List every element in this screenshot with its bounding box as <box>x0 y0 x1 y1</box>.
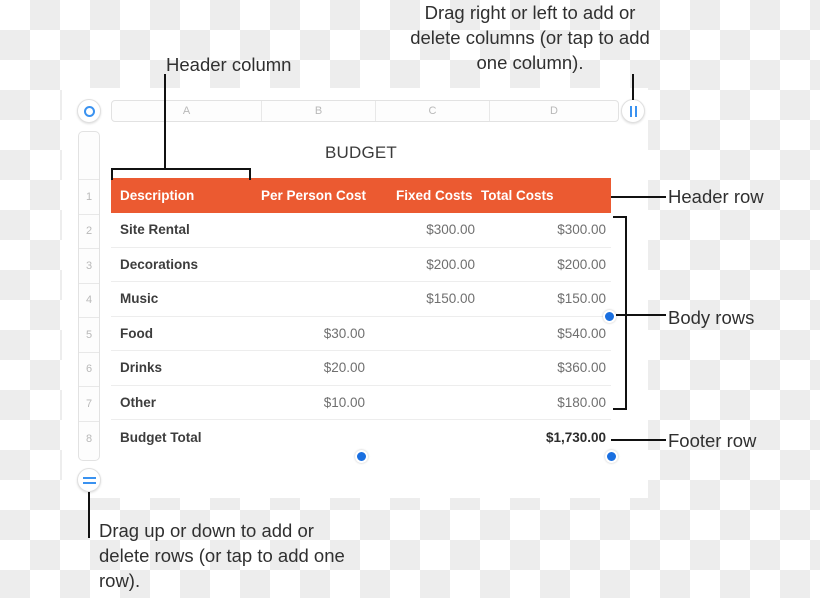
table-row[interactable]: Decorations $200.00 $200.00 <box>111 248 611 282</box>
row-gutter-spacer <box>79 132 99 180</box>
cell-fixed[interactable]: $150.00 <box>375 291 483 306</box>
callout-bracket-header-column <box>111 168 251 180</box>
cell-total[interactable]: $540.00 <box>483 326 611 341</box>
footer-cell-total[interactable]: $1,730.00 <box>483 430 611 445</box>
row-number-6[interactable]: 6 <box>79 353 99 387</box>
target-ring-icon <box>83 105 95 117</box>
column-count-handle[interactable] <box>621 99 645 123</box>
cell-description[interactable]: Drinks <box>111 360 261 375</box>
footer-cell-description[interactable]: Budget Total <box>111 430 261 445</box>
callout-line-header-column <box>164 74 166 170</box>
row-number-7[interactable]: 7 <box>79 387 99 422</box>
cell-description[interactable]: Music <box>111 291 261 306</box>
table-row[interactable]: Food $30.00 $540.00 <box>111 317 611 351</box>
cell-description[interactable]: Food <box>111 326 261 341</box>
annotation-header-column: Header column <box>166 54 292 75</box>
table-row[interactable]: Drinks $20.00 $360.00 <box>111 351 611 386</box>
cell-total[interactable]: $360.00 <box>483 360 611 375</box>
selection-dot-footer-middle[interactable] <box>355 450 368 463</box>
cell-per-person[interactable]: $20.00 <box>261 360 375 375</box>
row-number-gutter[interactable]: 1 2 3 4 5 6 7 8 <box>78 131 100 461</box>
row-count-handle[interactable] <box>77 468 101 492</box>
callout-line-header-row <box>611 196 666 198</box>
budget-table: Description Per Person Cost Fixed Costs … <box>111 178 611 455</box>
row-number-8[interactable]: 8 <box>79 422 99 457</box>
cell-description[interactable]: Other <box>111 395 261 410</box>
callout-line-body-rows <box>616 314 666 316</box>
table-row[interactable]: Other $10.00 $180.00 <box>111 386 611 420</box>
column-header-bar[interactable]: A B C D <box>111 100 619 122</box>
header-cell-per-person-cost: Per Person Cost <box>261 188 367 203</box>
table-title: BUDGET <box>324 143 398 162</box>
annotation-footer-row: Footer row <box>668 430 757 451</box>
cell-description[interactable]: Site Rental <box>111 222 261 237</box>
cell-fixed[interactable]: $200.00 <box>375 257 483 272</box>
horizontal-bars-icon <box>82 476 96 484</box>
row-number-4[interactable]: 4 <box>79 284 99 318</box>
annotation-body-rows: Body rows <box>668 307 755 328</box>
cell-total[interactable]: $150.00 <box>483 291 611 306</box>
cell-per-person[interactable]: $30.00 <box>261 326 375 341</box>
header-cell-description: Description <box>120 188 195 203</box>
cell-fixed[interactable]: $300.00 <box>375 222 483 237</box>
table-header-row[interactable]: Description Per Person Cost Fixed Costs … <box>111 178 611 213</box>
callout-line-footer-row <box>611 439 666 441</box>
header-cell-fixed-costs: Fixed Costs <box>396 188 473 203</box>
cell-total[interactable]: $200.00 <box>483 257 611 272</box>
cell-per-person[interactable]: $10.00 <box>261 395 375 410</box>
table-row[interactable]: Music $150.00 $150.00 <box>111 282 611 317</box>
cell-total[interactable]: $180.00 <box>483 395 611 410</box>
cell-total[interactable]: $300.00 <box>483 222 611 237</box>
vertical-bars-icon <box>629 105 637 117</box>
annotation-rows-hint: Drag up or down to add or delete rows (o… <box>99 520 345 591</box>
callout-bracket-body-rows <box>613 216 627 410</box>
callout-line-columns <box>632 74 634 100</box>
annotation-columns-hint: Drag right or left to add or delete colu… <box>410 2 650 73</box>
header-cell-total-costs: Total Costs <box>481 188 554 203</box>
column-header-c[interactable]: C <box>376 101 490 121</box>
cell-description[interactable]: Decorations <box>111 257 261 272</box>
table-corner-handle[interactable] <box>77 99 101 123</box>
annotation-header-row: Header row <box>668 186 764 207</box>
selection-dot-footer-right[interactable] <box>605 450 618 463</box>
row-number-3[interactable]: 3 <box>79 249 99 284</box>
row-number-1[interactable]: 1 <box>79 180 99 215</box>
callout-line-rows <box>88 492 90 538</box>
column-header-a[interactable]: A <box>112 101 262 121</box>
table-row[interactable]: Site Rental $300.00 $300.00 <box>111 213 611 248</box>
row-number-2[interactable]: 2 <box>79 215 99 249</box>
column-header-d[interactable]: D <box>490 101 618 121</box>
row-number-5[interactable]: 5 <box>79 318 99 353</box>
column-header-b[interactable]: B <box>262 101 376 121</box>
